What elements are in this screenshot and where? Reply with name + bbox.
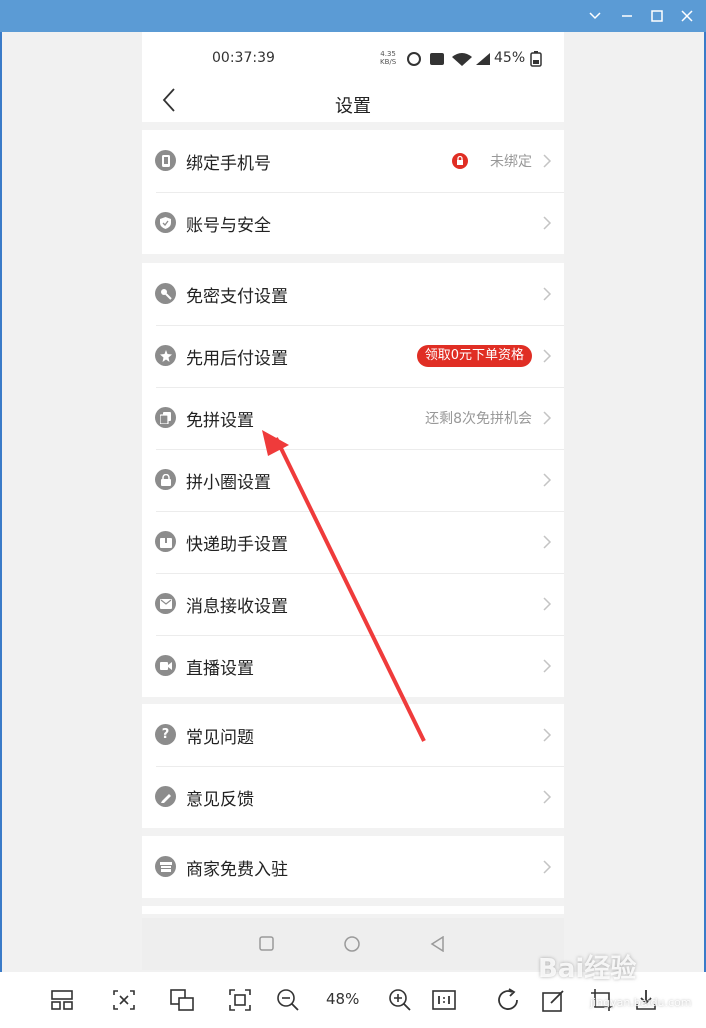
zoom-out-icon[interactable] xyxy=(274,986,302,1014)
edit-icon[interactable] xyxy=(540,986,568,1014)
one-to-one-icon[interactable] xyxy=(430,986,458,1014)
watermark-url: jingyan.baidu.com xyxy=(590,996,692,1009)
zoom-level: 48% xyxy=(326,990,360,1008)
rotate-icon[interactable] xyxy=(494,986,522,1014)
annotation-arrow xyxy=(262,430,426,742)
fit-icon[interactable] xyxy=(110,986,138,1014)
zoom-in-icon[interactable] xyxy=(386,986,414,1014)
watermark-logo: Bai经验 xyxy=(538,954,637,984)
original-size-icon[interactable] xyxy=(168,986,196,1014)
fullscreen-icon[interactable] xyxy=(226,986,254,1014)
layout-icon[interactable] xyxy=(48,986,76,1014)
